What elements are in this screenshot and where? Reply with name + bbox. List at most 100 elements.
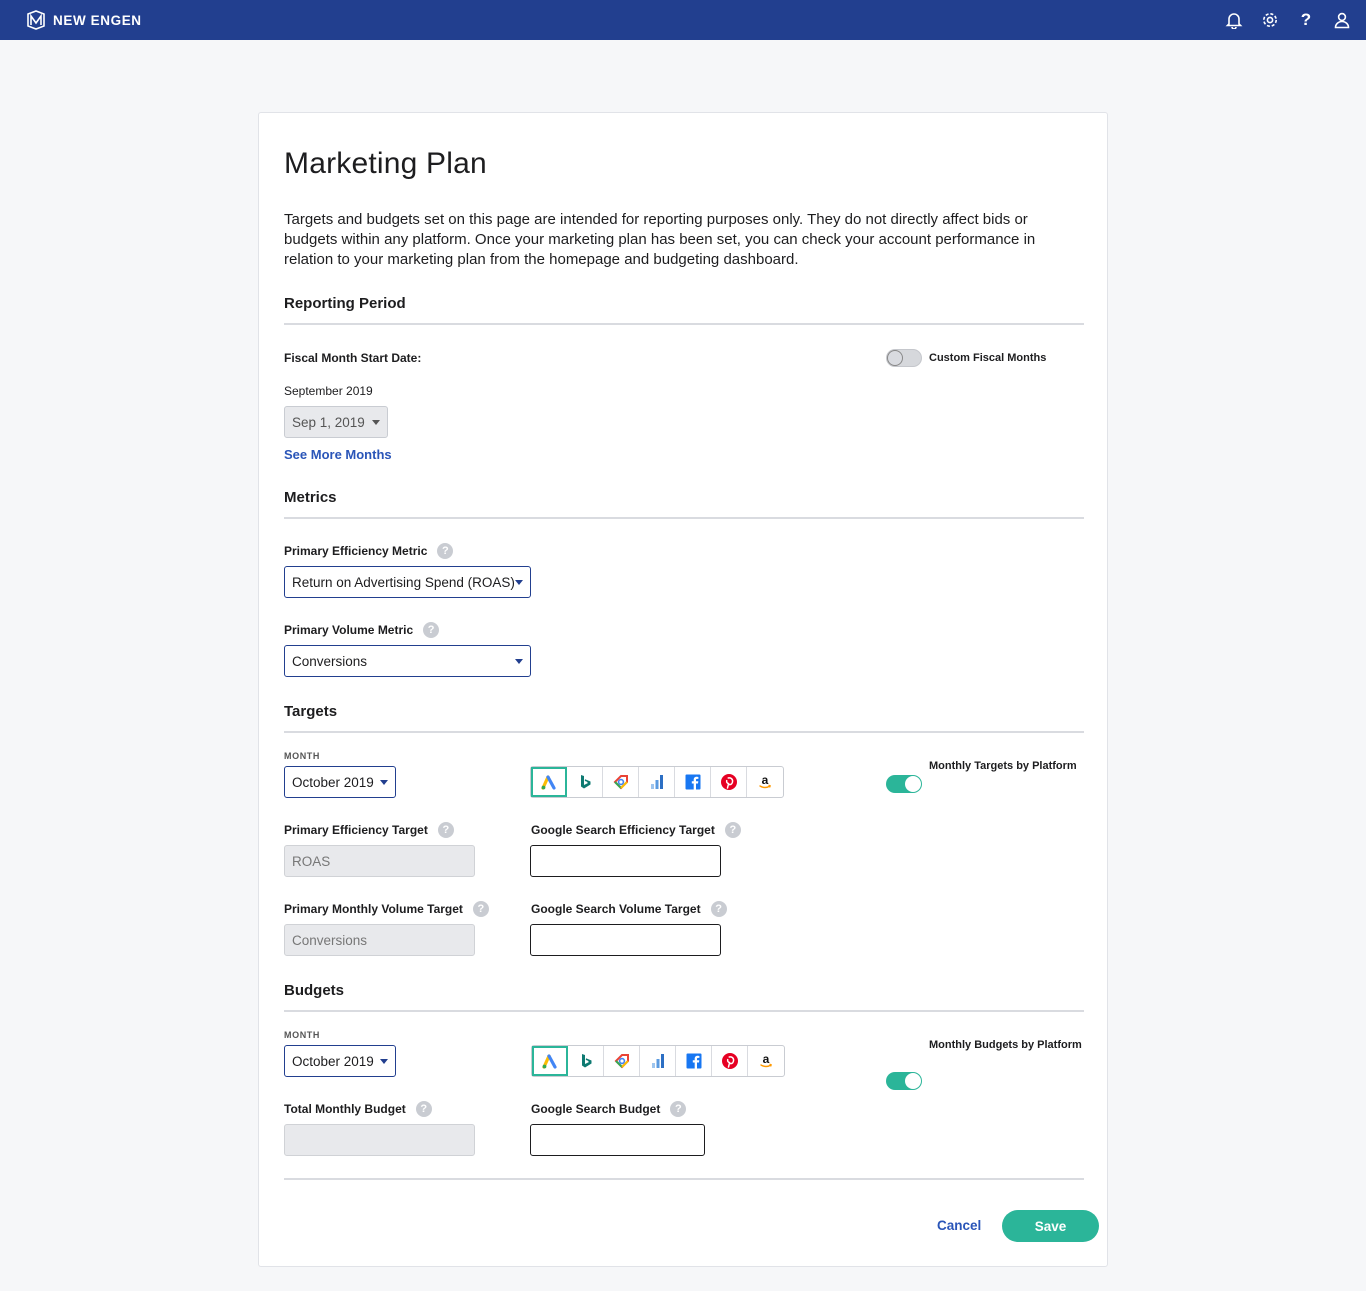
volume-metric-value: Conversions [292,653,368,669]
brand-name: NEW ENGEN [53,12,142,28]
platform-budget-input[interactable] [530,1124,705,1156]
volume-metric-select[interactable]: Conversions [284,645,531,677]
bing-icon [577,1052,595,1070]
bell-icon[interactable] [1224,10,1244,30]
primary-efficiency-target-label: Primary Efficiency Target ? [284,822,454,838]
amazon-icon: a [757,1052,775,1070]
metrics-title: Metrics [284,489,337,506]
platform-tab-google-shopping[interactable] [604,1046,640,1076]
help-icon[interactable]: ? [1296,10,1316,30]
gear-icon[interactable] [1260,10,1280,30]
targets-divider [284,731,1084,733]
facebook-icon [685,1052,703,1070]
total-monthly-budget-input[interactable] [284,1124,475,1156]
platform-tab-analytics-bars[interactable] [639,767,675,797]
platform-tab-facebook[interactable] [675,767,711,797]
chevron-down-icon [380,1059,388,1064]
help-icon[interactable]: ? [437,543,454,559]
help-icon[interactable]: ? [670,1101,687,1117]
cancel-button[interactable]: Cancel [937,1218,981,1233]
targets-title: Targets [284,703,338,720]
platform-volume-target-label-text: Google Search Volume Target [531,902,701,916]
platform-tab-amazon[interactable]: a [747,767,783,797]
toggle-knob [905,1073,921,1089]
chevron-down-icon [380,780,388,785]
platform-tab-google-ads[interactable] [531,767,567,797]
platform-volume-target-input[interactable] [530,924,721,956]
google-ads-icon [541,1052,559,1070]
fiscal-start-date-select[interactable]: Sep 1, 2019 [284,406,388,438]
marketing-plan-card: Marketing Plan Targets and budgets set o… [258,112,1108,1267]
custom-fiscal-months-toggle[interactable] [886,349,922,367]
total-monthly-budget-label-text: Total Monthly Budget [284,1102,406,1116]
platform-tab-facebook[interactable] [676,1046,712,1076]
platform-tab-analytics-bars[interactable] [640,1046,676,1076]
platform-tab-google-ads[interactable] [532,1046,568,1076]
budgets-title: Budgets [284,982,344,999]
brand[interactable]: NEW ENGEN [26,10,142,30]
total-monthly-budget-label: Total Monthly Budget ? [284,1101,432,1117]
primary-volume-target-value: Conversions [292,932,368,948]
monthly-budgets-toggle[interactable] [886,1072,922,1090]
help-icon[interactable]: ? [724,822,741,838]
platform-tab-bing[interactable] [568,1046,604,1076]
google-shopping-icon [612,773,630,791]
monthly-budgets-label: Monthly Budgets by Platform [929,1039,1082,1051]
help-icon[interactable]: ? [423,622,440,638]
reporting-period-divider [284,323,1084,325]
reporting-period-title: Reporting Period [284,295,406,312]
efficiency-metric-label-text: Primary Efficiency Metric [284,544,428,558]
new-engen-logo-icon [27,10,45,30]
efficiency-metric-label: Primary Efficiency Metric ? [284,543,454,559]
platform-efficiency-target-input[interactable] [530,845,721,877]
primary-volume-target-input[interactable]: Conversions [284,924,475,956]
facebook-icon [684,773,702,791]
budgets-month-select[interactable]: October 2019 [284,1045,396,1077]
efficiency-metric-select[interactable]: Return on Advertising Spend (ROAS) [284,566,531,598]
primary-efficiency-target-label-text: Primary Efficiency Target [284,823,428,837]
budgets-platform-tabs: a [531,1045,785,1077]
platform-tab-pinterest[interactable] [712,1046,748,1076]
targets-platform-tabs: a [530,766,784,798]
see-more-months-link[interactable]: See More Months [284,447,392,462]
user-icon[interactable] [1332,10,1352,30]
bing-icon [576,773,594,791]
platform-volume-target-label: Google Search Volume Target ? [531,901,727,917]
platform-tab-google-shopping[interactable] [603,767,639,797]
fiscal-start-date-value: Sep 1, 2019 [292,414,365,430]
footer-divider [284,1178,1084,1180]
volume-metric-label: Primary Volume Metric ? [284,622,440,638]
platform-tab-amazon[interactable]: a [748,1046,784,1076]
google-ads-icon [540,773,558,791]
help-icon-glyph: ? [1300,10,1312,29]
platform-efficiency-target-label: Google Search Efficiency Target ? [531,822,741,838]
primary-volume-target-label: Primary Monthly Volume Target ? [284,901,489,917]
help-icon[interactable]: ? [415,1101,432,1117]
toggle-knob [905,776,921,792]
help-icon[interactable]: ? [437,822,454,838]
platform-tab-pinterest[interactable] [711,767,747,797]
save-button[interactable]: Save [1002,1210,1099,1242]
budgets-month-value: October 2019 [292,1053,374,1069]
toggle-knob [887,350,903,366]
primary-efficiency-target-input[interactable]: ROAS [284,845,475,877]
targets-month-value: October 2019 [292,774,374,790]
volume-metric-label-text: Primary Volume Metric [284,623,414,637]
targets-month-label: MONTH [284,751,320,761]
platform-budget-label-text: Google Search Budget [531,1102,661,1116]
help-icon[interactable]: ? [710,901,727,917]
help-icon[interactable]: ? [472,901,489,917]
targets-month-select[interactable]: October 2019 [284,766,396,798]
chevron-down-icon [515,580,523,585]
budgets-divider [284,1010,1084,1012]
primary-efficiency-target-value: ROAS [292,853,331,869]
monthly-targets-toggle[interactable] [886,775,922,793]
pinterest-icon [721,1052,739,1070]
efficiency-metric-value: Return on Advertising Spend (ROAS) [292,574,515,590]
primary-volume-target-label-text: Primary Monthly Volume Target [284,902,463,916]
platform-budget-label: Google Search Budget ? [531,1101,687,1117]
platform-tab-bing[interactable] [567,767,603,797]
amazon-icon: a [756,773,774,791]
intro-text: Targets and budgets set on this page are… [284,211,1036,268]
svg-text:a: a [763,1052,770,1066]
